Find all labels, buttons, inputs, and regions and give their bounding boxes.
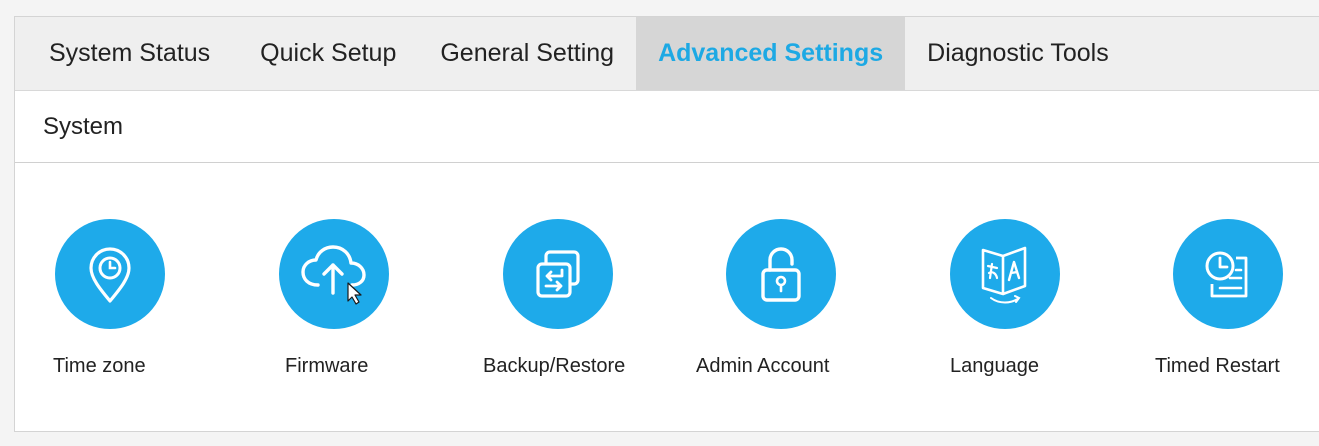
tab-diagnostic-tools[interactable]: Diagnostic Tools: [905, 17, 1131, 90]
top-navigation: System Status Quick Setup General Settin…: [15, 17, 1319, 91]
system-tiles: Time zone Firmware Backup/Restore Admin …: [15, 163, 1319, 431]
cloud-upload-icon: [301, 245, 366, 305]
tab-quick-setup[interactable]: Quick Setup: [238, 17, 418, 90]
time-zone-button[interactable]: [55, 219, 165, 329]
tab-advanced-settings[interactable]: Advanced Settings: [636, 17, 906, 90]
section-header: System: [15, 91, 1319, 163]
clock-schedule-icon: [1205, 251, 1248, 298]
location-clock-icon: [89, 247, 131, 303]
settings-panel: System Status Quick Setup General Settin…: [14, 16, 1319, 432]
backup-restore-button[interactable]: [503, 219, 613, 329]
page: System Status Quick Setup General Settin…: [0, 0, 1319, 446]
language-button[interactable]: [950, 219, 1060, 329]
section-title: System: [43, 112, 124, 140]
tile-label: Time zone: [53, 355, 146, 377]
tab-general-setting[interactable]: General Setting: [418, 17, 636, 90]
backup-restore-icon: [536, 250, 580, 298]
tab-system-status[interactable]: System Status: [15, 17, 238, 90]
tile-label: Timed Restart: [1155, 355, 1280, 377]
tile-label: Admin Account: [696, 355, 830, 377]
padlock-icon: [761, 247, 801, 302]
firmware-button[interactable]: [279, 219, 389, 329]
tile-label: Firmware: [285, 355, 369, 377]
language-book-icon: [981, 246, 1027, 304]
tile-label: Language: [950, 355, 1039, 377]
admin-account-button[interactable]: [726, 219, 836, 329]
timed-restart-button[interactable]: [1173, 219, 1283, 329]
tile-label: Backup/Restore: [483, 355, 626, 377]
